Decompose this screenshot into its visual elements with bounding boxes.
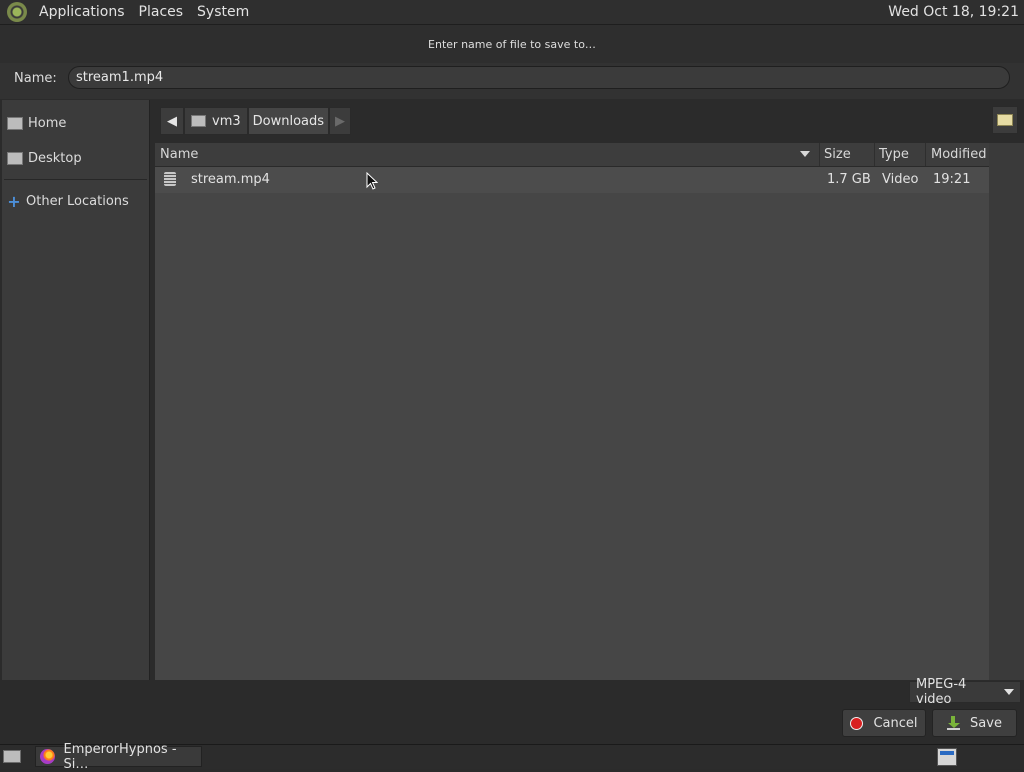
taskbar-window-label: EmperorHypnos - Si… bbox=[63, 741, 177, 772]
home-folder-icon bbox=[191, 115, 206, 127]
chevron-right-icon: ▶ bbox=[335, 113, 346, 129]
sidebar-item-label: Other Locations bbox=[26, 193, 129, 209]
filter-selected-value: MPEG-4 video bbox=[916, 677, 967, 707]
bottom-taskbar: EmperorHypnos - Si… bbox=[0, 742, 1024, 772]
chevron-down-icon bbox=[1004, 689, 1014, 695]
cancel-icon bbox=[850, 716, 864, 730]
chevron-left-icon: ◀ bbox=[167, 113, 177, 129]
column-header-modified[interactable]: Modified bbox=[931, 147, 986, 162]
new-folder-icon bbox=[997, 114, 1013, 126]
path-segment-label: vm3 bbox=[212, 113, 241, 129]
sort-descending-icon[interactable] bbox=[800, 151, 810, 157]
column-divider bbox=[874, 143, 875, 166]
save-button-label: Save bbox=[970, 715, 1002, 731]
taskbar-window-button[interactable]: EmperorHypnos - Si… bbox=[35, 742, 202, 772]
sidebar-divider bbox=[4, 179, 147, 180]
sidebar-item-label: Home bbox=[28, 115, 67, 131]
sidebar-item-other-locations[interactable]: + Other Locations bbox=[2, 187, 149, 215]
plus-icon: + bbox=[7, 191, 21, 211]
file-name: stream.mp4 bbox=[191, 172, 270, 187]
dialog-title: Enter name of file to save to… bbox=[428, 38, 596, 51]
firefox-icon bbox=[40, 749, 55, 764]
desktop-folder-icon bbox=[7, 151, 23, 165]
dialog-titlebar: Enter name of file to save to… bbox=[0, 25, 1024, 64]
column-divider bbox=[819, 143, 820, 166]
name-label: Name: bbox=[14, 71, 57, 86]
menu-system[interactable]: System bbox=[190, 4, 256, 20]
path-forward-button[interactable]: ▶ bbox=[329, 107, 352, 135]
path-bar: ◀ vm3 Downloads ▶ bbox=[160, 106, 352, 136]
home-folder-icon bbox=[7, 116, 23, 130]
path-back-button[interactable]: ◀ bbox=[160, 107, 184, 135]
path-segment-label: Downloads bbox=[252, 113, 325, 129]
column-divider bbox=[925, 143, 926, 166]
file-type-filter-select[interactable]: MPEG-4 video bbox=[909, 677, 1021, 707]
sidebar-item-desktop[interactable]: Desktop bbox=[2, 144, 149, 172]
distro-logo-icon[interactable] bbox=[7, 2, 27, 22]
cancel-button[interactable]: Cancel bbox=[842, 709, 926, 737]
menu-places[interactable]: Places bbox=[132, 4, 191, 20]
path-segment-downloads[interactable]: Downloads bbox=[247, 107, 330, 135]
top-panel: Applications Places System Wed Oct 18, 1… bbox=[0, 0, 1024, 25]
column-header-type[interactable]: Type bbox=[879, 147, 909, 162]
video-file-icon bbox=[164, 172, 176, 186]
cancel-button-label: Cancel bbox=[873, 715, 918, 731]
file-size: 1.7 GB bbox=[827, 172, 871, 187]
sidebar-item-home[interactable]: Home bbox=[2, 109, 149, 137]
column-header-name[interactable]: Name bbox=[160, 147, 198, 162]
create-folder-button[interactable] bbox=[992, 106, 1018, 134]
mouse-pointer-icon bbox=[366, 172, 378, 190]
filename-row: Name: bbox=[0, 63, 1024, 99]
workspace-switcher-icon[interactable] bbox=[937, 748, 957, 766]
path-segment-vm3[interactable]: vm3 bbox=[184, 107, 248, 135]
save-button[interactable]: Save bbox=[932, 709, 1017, 737]
clock[interactable]: Wed Oct 18, 19:21 bbox=[888, 4, 1019, 20]
file-modified: 19:21 bbox=[933, 172, 971, 187]
places-sidebar: Home Desktop + Other Locations bbox=[2, 100, 150, 680]
download-icon bbox=[947, 716, 961, 730]
file-list[interactable]: Name Size Type Modified stream.mp4 1.7 G… bbox=[155, 143, 989, 680]
file-row[interactable]: stream.mp4 1.7 GB Video 19:21 bbox=[155, 167, 989, 193]
file-list-header: Name Size Type Modified bbox=[155, 143, 989, 167]
menu-applications[interactable]: Applications bbox=[32, 4, 132, 20]
filename-input[interactable] bbox=[68, 66, 1010, 89]
file-list-margin bbox=[989, 143, 1024, 680]
show-desktop-icon[interactable] bbox=[3, 750, 21, 763]
column-header-size[interactable]: Size bbox=[824, 147, 851, 162]
file-type: Video bbox=[882, 172, 919, 187]
sidebar-item-label: Desktop bbox=[28, 150, 82, 166]
